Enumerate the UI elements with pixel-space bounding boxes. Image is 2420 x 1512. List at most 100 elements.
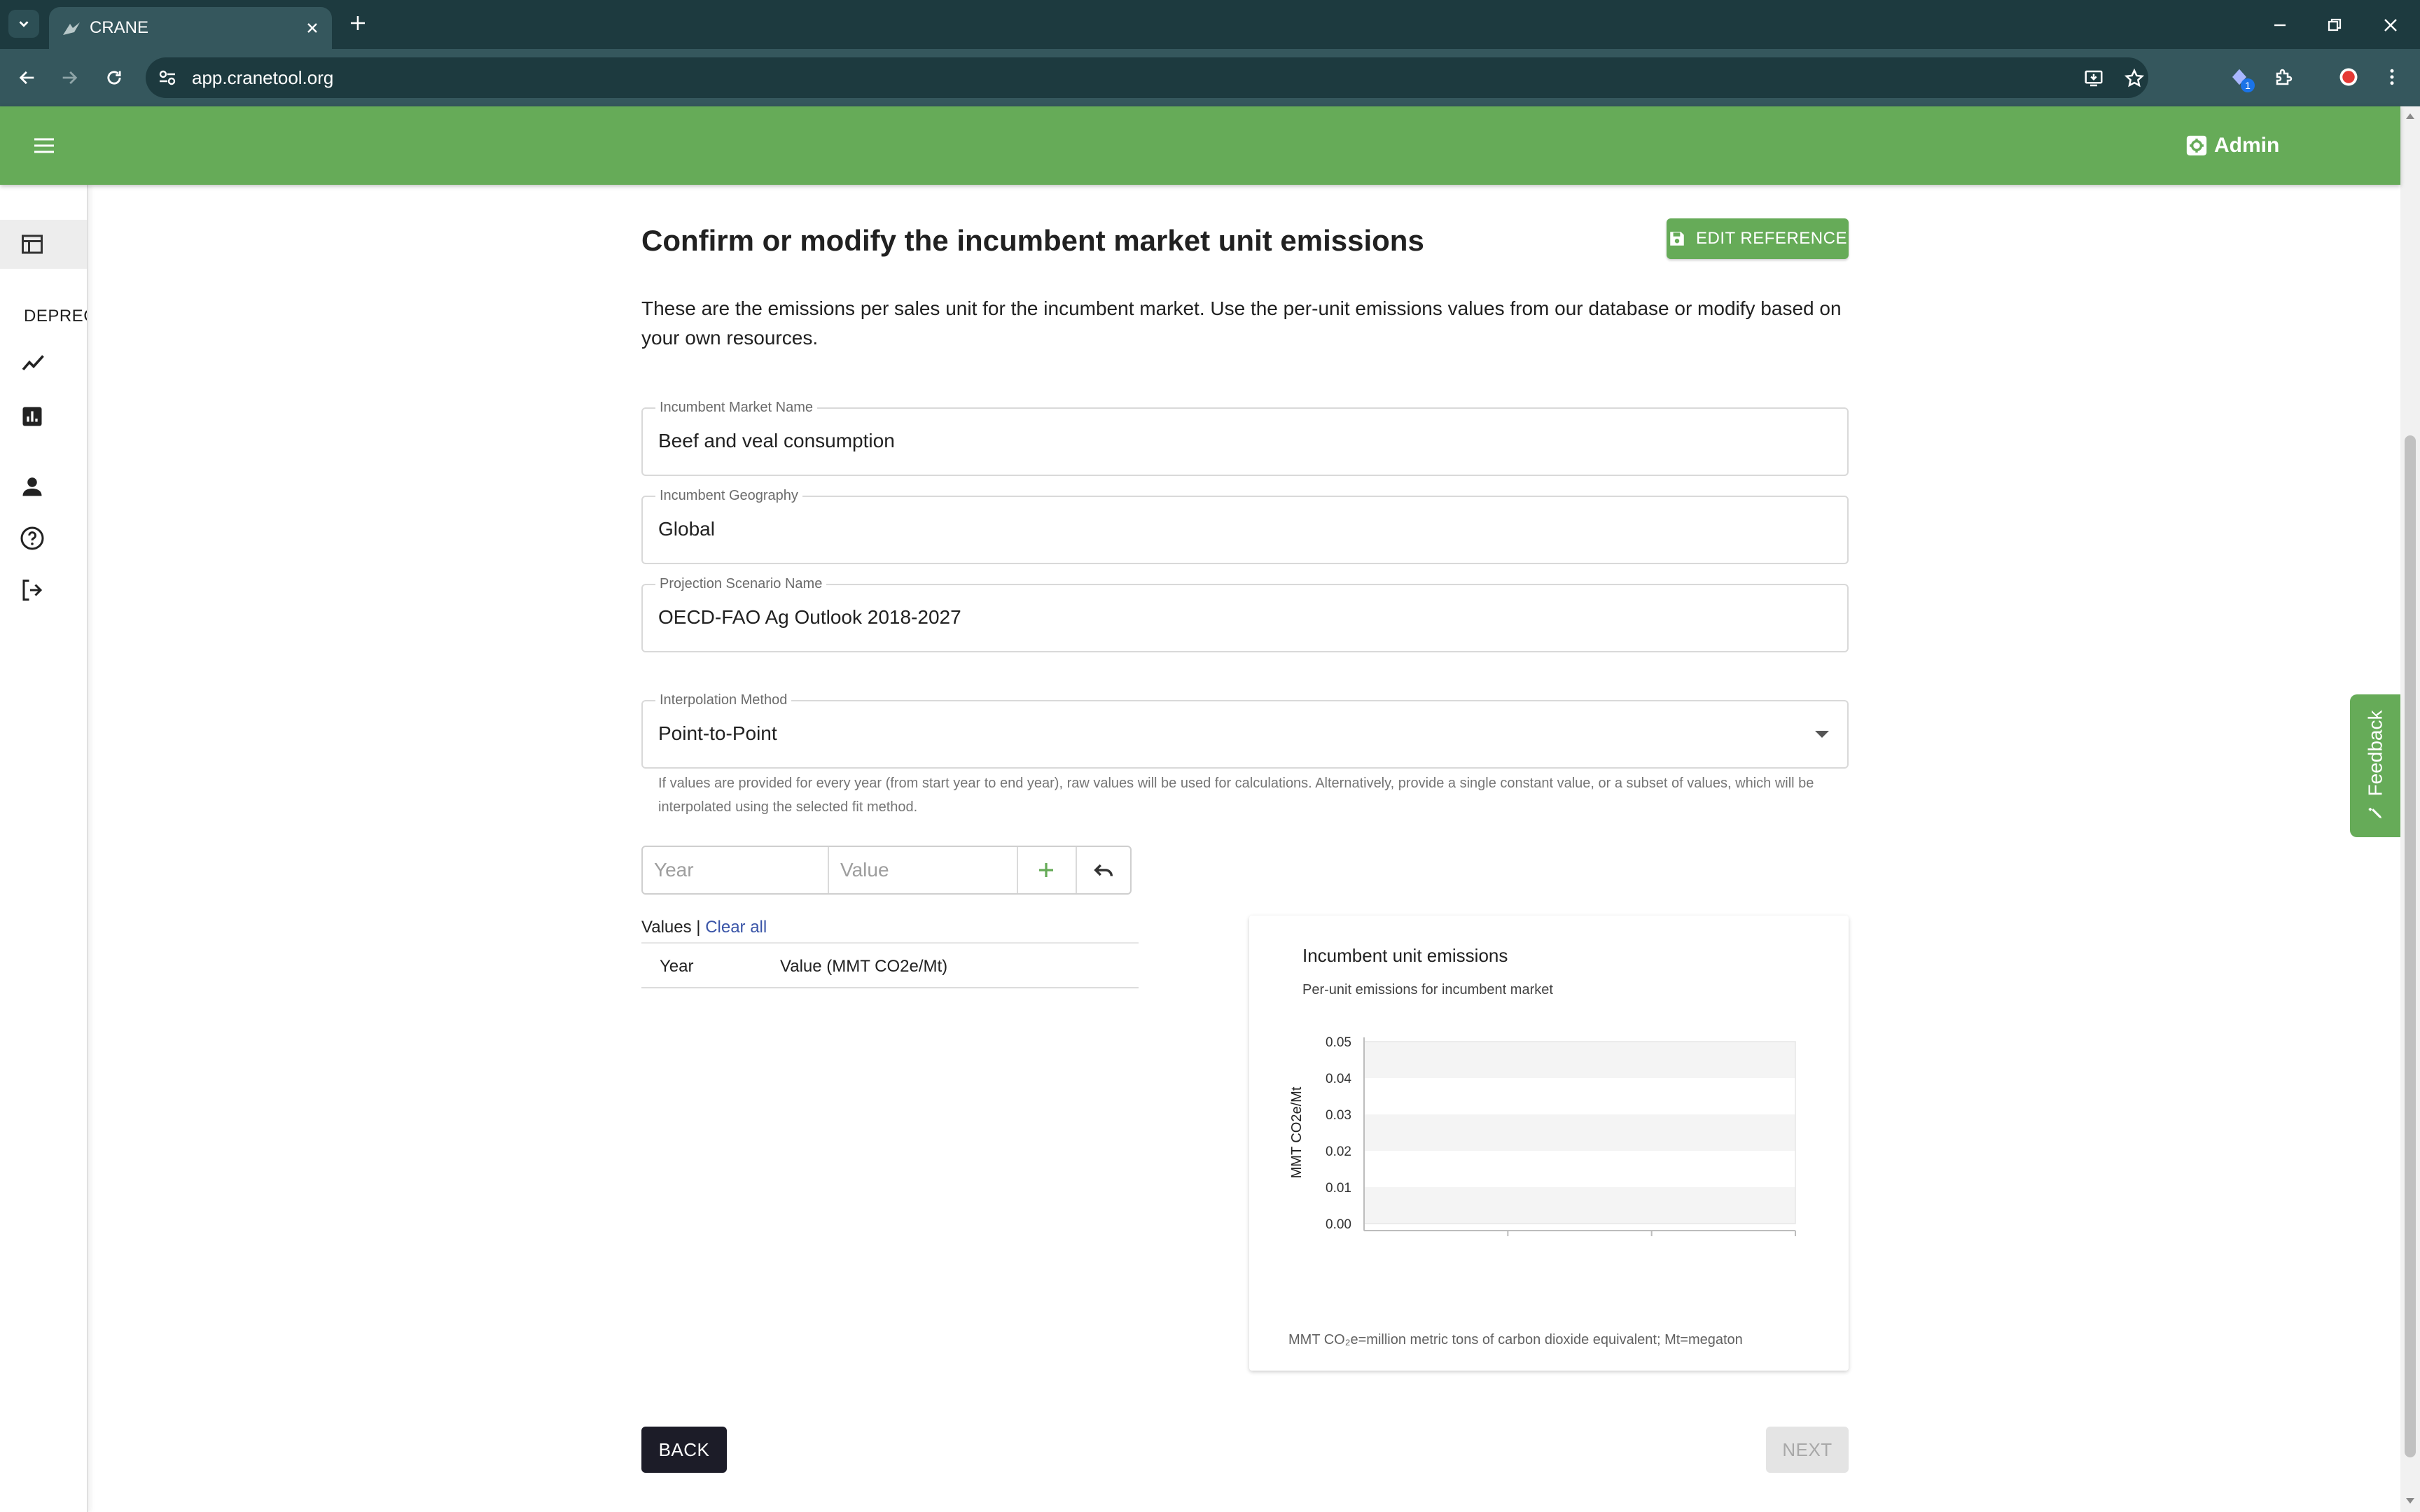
column-header-year: Year — [660, 957, 694, 976]
admin-label: Admin — [2214, 134, 2280, 157]
undo-icon — [1094, 864, 1113, 876]
incumbent-market-name-field[interactable]: Incumbent Market Name Beef and veal cons… — [641, 399, 1849, 476]
browser-menu-button[interactable] — [2377, 62, 2407, 92]
values-label: Values | — [641, 918, 701, 937]
bookmark-button[interactable] — [2122, 66, 2147, 91]
interpolation-method-select[interactable]: Interpolation Method Point-to-Point — [641, 692, 1849, 769]
logout-icon — [22, 580, 43, 601]
feedback-button[interactable]: Feedback — [2350, 694, 2400, 837]
y-tick-label: 0.03 — [1326, 1108, 1351, 1123]
sidebar-item-table[interactable] — [0, 220, 87, 269]
caret-down-icon — [1815, 731, 1829, 738]
field-label: Interpolation Method — [655, 692, 792, 708]
close-icon — [307, 23, 317, 33]
browser-toolbar: app.cranetool.org 1 — [0, 49, 2420, 106]
help-circle-icon — [20, 526, 44, 550]
sidebar-item-profile[interactable] — [0, 462, 87, 511]
sidebar-item-charts[interactable] — [0, 392, 87, 441]
record-icon — [2339, 68, 2358, 86]
values-table-header: Year Value (MMT CO2e/Mt) — [641, 942, 1139, 988]
emissions-chart: 0.00 0.01 0.02 0.03 0.04 0.05 MMT CO2e/Mt — [1289, 1035, 1796, 1236]
star-icon — [2124, 68, 2145, 88]
clear-all-link[interactable]: Clear all — [705, 918, 767, 937]
field-value: OECD-FAO Ag Outlook 2018-2027 — [658, 606, 961, 628]
tab-title: CRANE — [90, 18, 149, 37]
reload-icon — [107, 71, 121, 85]
interpolation-helper-text: If values are provided for every year (f… — [658, 776, 1814, 815]
extension-badge: 1 — [2241, 78, 2255, 92]
restore-icon — [2328, 18, 2342, 31]
reload-button[interactable] — [99, 63, 129, 92]
scroll-up-arrow[interactable] — [2406, 113, 2414, 119]
y-tick-label: 0.01 — [1326, 1181, 1351, 1196]
sidebar-item-trends[interactable] — [0, 339, 87, 388]
field-value: Beef and veal consumption — [658, 430, 895, 451]
menu-button[interactable] — [27, 130, 62, 161]
projection-scenario-name-field[interactable]: Projection Scenario Name OECD-FAO Ag Out… — [641, 575, 1849, 652]
next-button[interactable]: NEXT — [1766, 1427, 1849, 1473]
table-icon — [22, 234, 43, 254]
back-button[interactable]: BACK — [641, 1427, 727, 1473]
browser-tab-bar: CRANE — [0, 0, 2420, 49]
add-value-button[interactable] — [1018, 847, 1074, 893]
value-input[interactable] — [829, 847, 1014, 893]
save-icon — [1670, 232, 1684, 246]
values-header: Values | Clear all — [641, 916, 767, 939]
restore-window-button[interactable] — [2321, 11, 2349, 39]
minimize-icon — [2274, 24, 2286, 27]
install-app-button[interactable] — [2081, 66, 2106, 91]
edit-reference-button[interactable]: EDIT REFERENCE — [1667, 218, 1849, 259]
incumbent-geography-field[interactable]: Incumbent Geography Global — [641, 487, 1849, 564]
more-vertical-icon — [2390, 69, 2394, 85]
forward-nav-button[interactable] — [55, 63, 84, 92]
y-axis-label: MMT CO2e/Mt — [1289, 1086, 1305, 1178]
value-entry-row — [641, 846, 1132, 895]
chart-subtitle: Per-unit emissions for incumbent market — [1302, 982, 1553, 997]
chart-title: Incumbent unit emissions — [1302, 945, 1508, 966]
close-icon — [2384, 19, 2397, 31]
new-tab-button[interactable] — [346, 11, 370, 35]
back-nav-button[interactable] — [13, 63, 42, 92]
sidebar-item-logout[interactable] — [0, 566, 87, 615]
bar-chart-icon — [22, 407, 42, 426]
y-tick-label: 0.04 — [1326, 1072, 1351, 1086]
plot-band — [1364, 1042, 1795, 1078]
extension-button[interactable]: 1 — [2224, 62, 2255, 92]
chart-footnote: MMT CO₂e=million metric tons of carbon d… — [1288, 1332, 1743, 1348]
feedback-icon — [2368, 807, 2381, 819]
y-tick-label: 0.05 — [1326, 1035, 1351, 1050]
page-scrollbar[interactable] — [2400, 106, 2420, 1512]
tab-close-button[interactable] — [302, 18, 322, 38]
crane-favicon-icon — [63, 22, 80, 35]
profile-button[interactable] — [2333, 62, 2364, 92]
minimize-window-button[interactable] — [2266, 11, 2294, 39]
scroll-thumb[interactable] — [2405, 435, 2416, 1457]
chart-card: Incumbent unit emissions Per-unit emissi… — [1249, 916, 1849, 1371]
column-header-value: Value (MMT CO2e/Mt) — [780, 957, 948, 976]
page-description: These are the emissions per sales unit f… — [641, 298, 1842, 349]
plus-icon — [351, 16, 365, 30]
trending-line-icon — [22, 355, 44, 371]
person-icon — [22, 477, 42, 496]
plot-band — [1364, 1187, 1795, 1224]
close-window-button[interactable] — [2377, 11, 2405, 39]
sidebar-section-label: DEPRECATED — [24, 307, 87, 326]
field-value: Global — [658, 518, 715, 540]
sidebar: DEPRECATED — [0, 185, 88, 1512]
extensions-menu-button[interactable] — [2269, 62, 2300, 92]
y-tick-label: 0.02 — [1326, 1144, 1351, 1159]
year-input[interactable] — [643, 847, 828, 893]
page-title: Confirm or modify the incumbent market u… — [641, 224, 1424, 257]
address-bar[interactable]: app.cranetool.org — [146, 57, 2148, 98]
plus-icon — [1039, 863, 1053, 877]
site-settings-icon[interactable] — [157, 67, 178, 88]
arrow-left-icon — [19, 71, 34, 85]
admin-button[interactable]: Admin — [2185, 127, 2279, 164]
field-label: Projection Scenario Name — [655, 575, 827, 592]
browser-tab[interactable]: CRANE — [49, 7, 332, 49]
scroll-down-arrow[interactable] — [2406, 1498, 2414, 1504]
url-text: app.cranetool.org — [192, 67, 334, 88]
undo-button[interactable] — [1076, 847, 1132, 893]
tab-search-button[interactable] — [8, 10, 39, 38]
sidebar-item-help[interactable] — [0, 514, 87, 563]
